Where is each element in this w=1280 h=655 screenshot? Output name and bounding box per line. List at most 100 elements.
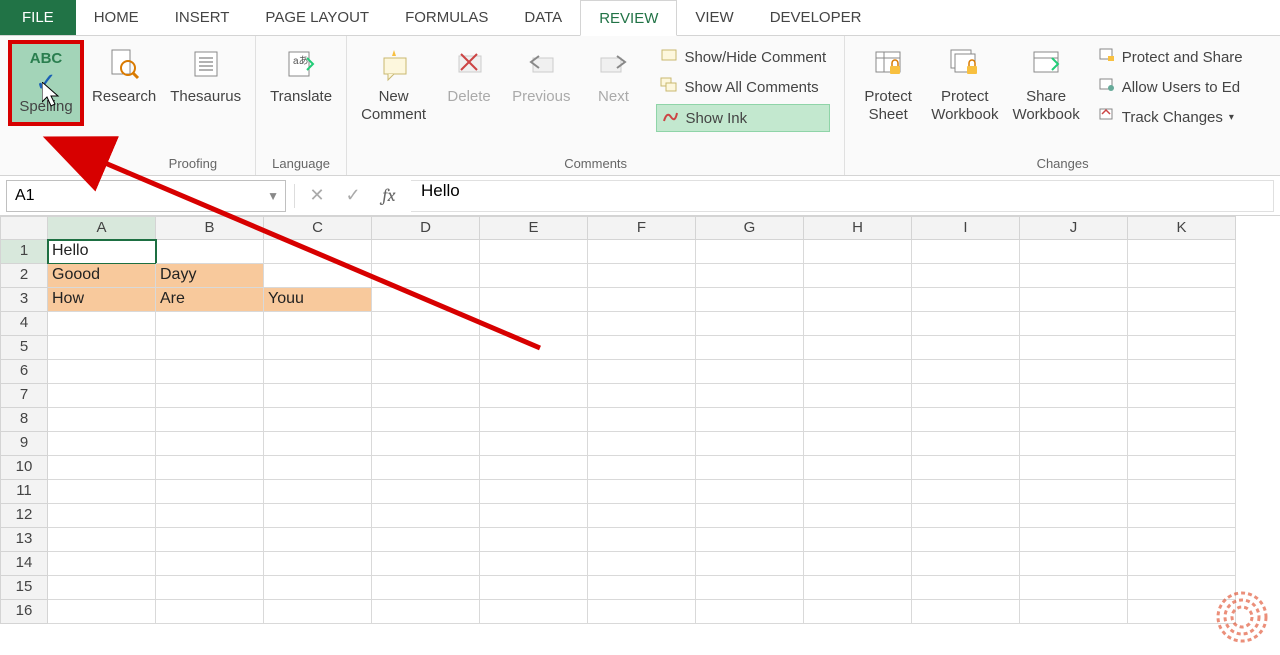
name-box[interactable]: A1 ▼ bbox=[6, 180, 286, 212]
cell-E5[interactable] bbox=[480, 336, 588, 360]
row-header-5[interactable]: 5 bbox=[0, 336, 48, 360]
cell-E4[interactable] bbox=[480, 312, 588, 336]
cell-H6[interactable] bbox=[804, 360, 912, 384]
col-header-E[interactable]: E bbox=[480, 216, 588, 240]
cell-C1[interactable] bbox=[264, 240, 372, 264]
show-hide-comment-button[interactable]: Show/Hide Comment bbox=[656, 44, 830, 70]
cell-F14[interactable] bbox=[588, 552, 696, 576]
cell-A13[interactable] bbox=[48, 528, 156, 552]
cell-A8[interactable] bbox=[48, 408, 156, 432]
cell-G3[interactable] bbox=[696, 288, 804, 312]
cell-E9[interactable] bbox=[480, 432, 588, 456]
cell-I15[interactable] bbox=[912, 576, 1020, 600]
cell-F10[interactable] bbox=[588, 456, 696, 480]
cell-K14[interactable] bbox=[1128, 552, 1236, 576]
col-header-A[interactable]: A bbox=[48, 216, 156, 240]
cell-B8[interactable] bbox=[156, 408, 264, 432]
cell-E6[interactable] bbox=[480, 360, 588, 384]
cell-G6[interactable] bbox=[696, 360, 804, 384]
cell-E11[interactable] bbox=[480, 480, 588, 504]
cell-A4[interactable] bbox=[48, 312, 156, 336]
name-box-dropdown-icon[interactable]: ▼ bbox=[267, 189, 279, 203]
cell-F13[interactable] bbox=[588, 528, 696, 552]
cell-J12[interactable] bbox=[1020, 504, 1128, 528]
tab-home[interactable]: HOME bbox=[76, 0, 157, 35]
cell-F5[interactable] bbox=[588, 336, 696, 360]
cell-F16[interactable] bbox=[588, 600, 696, 624]
row-header-16[interactable]: 16 bbox=[0, 600, 48, 624]
previous-comment-button[interactable]: Previous bbox=[506, 40, 576, 106]
protect-and-share-button[interactable]: Protect and Share bbox=[1094, 44, 1247, 70]
tab-file[interactable]: FILE bbox=[0, 0, 76, 35]
row-header-4[interactable]: 4 bbox=[0, 312, 48, 336]
fx-button[interactable]: fx bbox=[375, 182, 403, 210]
cell-J9[interactable] bbox=[1020, 432, 1128, 456]
cell-A14[interactable] bbox=[48, 552, 156, 576]
cell-B2[interactable]: Dayy bbox=[156, 264, 264, 288]
share-workbook-button[interactable]: Share Workbook bbox=[1006, 40, 1085, 124]
cell-G15[interactable] bbox=[696, 576, 804, 600]
cell-D16[interactable] bbox=[372, 600, 480, 624]
cell-C10[interactable] bbox=[264, 456, 372, 480]
cell-B5[interactable] bbox=[156, 336, 264, 360]
cell-I2[interactable] bbox=[912, 264, 1020, 288]
cell-D11[interactable] bbox=[372, 480, 480, 504]
cell-F3[interactable] bbox=[588, 288, 696, 312]
cell-I7[interactable] bbox=[912, 384, 1020, 408]
protect-workbook-button[interactable]: Protect Workbook bbox=[925, 40, 1004, 124]
cell-G9[interactable] bbox=[696, 432, 804, 456]
cell-E10[interactable] bbox=[480, 456, 588, 480]
cell-B14[interactable] bbox=[156, 552, 264, 576]
tab-review[interactable]: REVIEW bbox=[580, 0, 677, 36]
cell-B9[interactable] bbox=[156, 432, 264, 456]
cell-K11[interactable] bbox=[1128, 480, 1236, 504]
cell-B12[interactable] bbox=[156, 504, 264, 528]
cell-K10[interactable] bbox=[1128, 456, 1236, 480]
show-ink-button[interactable]: Show Ink bbox=[656, 104, 830, 132]
tab-insert[interactable]: INSERT bbox=[157, 0, 248, 35]
spelling-button[interactable]: ABC ✓ Spelling bbox=[8, 40, 84, 126]
cell-B15[interactable] bbox=[156, 576, 264, 600]
cell-H10[interactable] bbox=[804, 456, 912, 480]
cell-F15[interactable] bbox=[588, 576, 696, 600]
cell-F7[interactable] bbox=[588, 384, 696, 408]
row-header-13[interactable]: 13 bbox=[0, 528, 48, 552]
col-header-C[interactable]: C bbox=[264, 216, 372, 240]
col-header-D[interactable]: D bbox=[372, 216, 480, 240]
cell-I11[interactable] bbox=[912, 480, 1020, 504]
col-header-G[interactable]: G bbox=[696, 216, 804, 240]
row-header-3[interactable]: 3 bbox=[0, 288, 48, 312]
cell-F12[interactable] bbox=[588, 504, 696, 528]
cell-D2[interactable] bbox=[372, 264, 480, 288]
cell-F1[interactable] bbox=[588, 240, 696, 264]
cell-I12[interactable] bbox=[912, 504, 1020, 528]
row-header-7[interactable]: 7 bbox=[0, 384, 48, 408]
cell-D15[interactable] bbox=[372, 576, 480, 600]
cell-F6[interactable] bbox=[588, 360, 696, 384]
cell-A12[interactable] bbox=[48, 504, 156, 528]
cell-I6[interactable] bbox=[912, 360, 1020, 384]
cell-C7[interactable] bbox=[264, 384, 372, 408]
cell-B16[interactable] bbox=[156, 600, 264, 624]
cell-H16[interactable] bbox=[804, 600, 912, 624]
cell-G2[interactable] bbox=[696, 264, 804, 288]
cell-H14[interactable] bbox=[804, 552, 912, 576]
track-changes-button[interactable]: Track Changes ▾ bbox=[1094, 104, 1247, 130]
cell-I16[interactable] bbox=[912, 600, 1020, 624]
cell-J8[interactable] bbox=[1020, 408, 1128, 432]
cell-H8[interactable] bbox=[804, 408, 912, 432]
col-header-I[interactable]: I bbox=[912, 216, 1020, 240]
cell-B6[interactable] bbox=[156, 360, 264, 384]
cell-J15[interactable] bbox=[1020, 576, 1128, 600]
cell-A1[interactable]: Hello bbox=[48, 240, 156, 264]
delete-comment-button[interactable]: Delete bbox=[434, 40, 504, 106]
cell-H5[interactable] bbox=[804, 336, 912, 360]
row-header-10[interactable]: 10 bbox=[0, 456, 48, 480]
cell-G16[interactable] bbox=[696, 600, 804, 624]
allow-users-button[interactable]: Allow Users to Ed bbox=[1094, 74, 1247, 100]
cell-J4[interactable] bbox=[1020, 312, 1128, 336]
cell-D7[interactable] bbox=[372, 384, 480, 408]
cell-J3[interactable] bbox=[1020, 288, 1128, 312]
cell-A11[interactable] bbox=[48, 480, 156, 504]
cell-I8[interactable] bbox=[912, 408, 1020, 432]
